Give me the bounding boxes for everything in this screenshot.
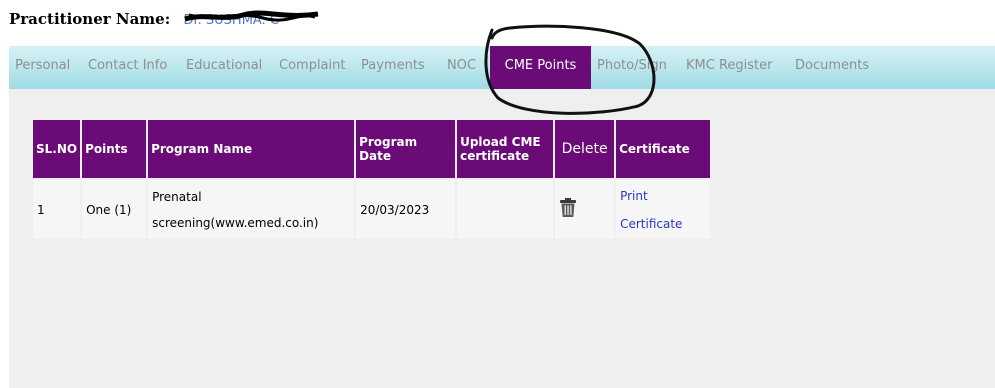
header-program-date: Program Date: [356, 120, 456, 178]
practitioner-name-value: Dr. SUSHMA. C: [183, 10, 319, 28]
cell-delete: [555, 180, 615, 239]
cell-program-date: 20/03/2023: [356, 180, 456, 239]
tab-complaint[interactable]: Complaint: [279, 46, 345, 89]
tab-photo-sign[interactable]: Photo/Sign: [597, 46, 667, 89]
header-program-name: Program Name: [148, 120, 355, 178]
header-delete: Delete: [555, 120, 615, 178]
table-header-row: SL.NO Points Program Name Program Date U…: [33, 120, 711, 178]
program-name-line1: Prenatal: [152, 189, 202, 204]
program-name-line2: screening(www.emed.co.in): [152, 215, 319, 230]
header-sl-no: SL.NO: [33, 120, 81, 178]
tab-payments[interactable]: Payments: [361, 46, 425, 89]
cell-sl-no: 1: [33, 180, 81, 239]
cell-certificate: Print Certificate: [616, 180, 711, 239]
tab-personal[interactable]: Personal: [15, 46, 70, 89]
tab-contact-info[interactable]: Contact Info: [88, 46, 167, 89]
redaction-scribble: [184, 10, 319, 22]
trash-icon[interactable]: [559, 198, 577, 218]
header-points: Points: [82, 120, 147, 178]
print-certificate-link-line2[interactable]: Certificate: [620, 210, 706, 238]
practitioner-name-label: Practitioner Name:: [9, 10, 171, 28]
cell-points: One (1): [82, 180, 147, 239]
tab-educational[interactable]: Educational: [186, 46, 262, 89]
cell-upload-cme: [457, 180, 554, 239]
tab-noc[interactable]: NOC: [447, 46, 476, 89]
tab-bar: Personal Contact Info Educational Compla…: [9, 46, 995, 89]
print-certificate-link-line1[interactable]: Print: [620, 182, 706, 210]
content-panel: SL.NO Points Program Name Program Date U…: [9, 89, 995, 388]
tab-cme-points[interactable]: CME Points: [490, 46, 591, 89]
cme-points-table: SL.NO Points Program Name Program Date U…: [31, 118, 712, 241]
tab-kmc-register[interactable]: KMC Register: [686, 46, 772, 89]
cell-program-name: Prenatal screening(www.emed.co.in): [148, 180, 355, 239]
table-row: 1 One (1) Prenatal screening(www.emed.co…: [33, 180, 711, 239]
tab-documents[interactable]: Documents: [795, 46, 869, 89]
practitioner-name: Practitioner Name: Dr. SUSHMA. C: [9, 10, 319, 28]
header-certificate: Certificate: [616, 120, 711, 178]
header-upload-cme: Upload CME certificate: [457, 120, 554, 178]
